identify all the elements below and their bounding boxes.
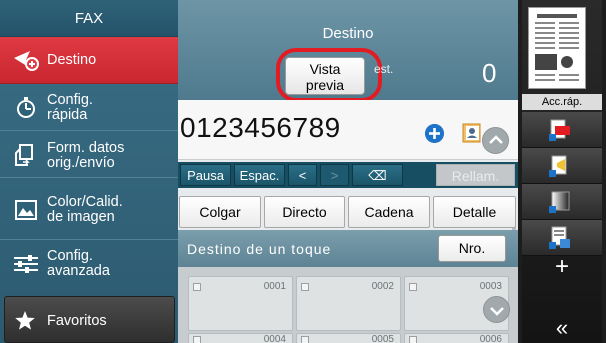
fax-number-field[interactable]: 0123456789 <box>180 112 341 144</box>
star-icon <box>15 311 35 330</box>
pdf-shortcut-icon <box>549 119 570 141</box>
destination-count: 0 <box>482 58 497 88</box>
checkbox <box>193 283 201 291</box>
quick-access-label: Acc.ráp. <box>522 94 602 110</box>
chevron-down-icon <box>490 307 504 316</box>
quick-access-document[interactable] <box>522 220 602 256</box>
one-touch-number: 0006 <box>479 334 502 343</box>
cursor-right-key[interactable]: > <box>320 164 349 186</box>
sidebar-item-destino[interactable]: Destino <box>0 37 178 84</box>
highlight-ring <box>276 48 382 102</box>
sidebar-item-label: Config. rápida <box>47 92 93 123</box>
document-preview-thumbnail[interactable] <box>528 7 586 89</box>
one-touch-number: 0004 <box>263 334 286 343</box>
sidebar-item-form-datos[interactable]: Form. datos orig./envío <box>0 131 178 178</box>
space-key[interactable]: Espac. <box>234 164 285 186</box>
sidebar-item-config-rapida[interactable]: Config. rápida <box>0 84 178 131</box>
quick-access-fax-send[interactable] <box>522 148 602 184</box>
destination-icon <box>14 51 39 71</box>
checkbox <box>409 283 417 291</box>
destination-count-label: est. <box>374 62 394 76</box>
advanced-settings-icon <box>14 255 38 273</box>
number-search-button[interactable]: Nro. <box>438 235 506 262</box>
document-shortcut-icon <box>549 226 570 249</box>
add-destination-icon[interactable] <box>425 124 444 143</box>
redial-key[interactable]: Rellam. <box>436 164 515 186</box>
pause-key[interactable]: Pausa <box>180 164 231 186</box>
favorites-label: Favoritos <box>47 313 107 329</box>
one-touch-key[interactable]: 0004 <box>188 333 293 343</box>
sidebar-item-label: Color/Calid. de imagen <box>47 194 123 225</box>
favorites-button[interactable]: Favoritos <box>4 296 175 343</box>
detail-button[interactable]: Detalle <box>433 196 516 228</box>
collapse-panel-button[interactable]: « <box>522 317 602 339</box>
dial-keys-row: Pausa Espac. < > ⌫ Rellam. <box>178 162 518 188</box>
scroll-down-button[interactable] <box>483 296 510 323</box>
direct-button[interactable]: Directo <box>264 196 345 228</box>
sidebar-item-label: Destino <box>47 52 97 68</box>
original-format-icon <box>15 144 33 166</box>
checkbox <box>301 283 309 291</box>
sidebar: FAX Destino Config. rápida Form. datos o… <box>0 0 178 343</box>
fax-send-shortcut-icon <box>549 155 567 177</box>
sidebar-item-label: Config. avanzada <box>47 248 110 279</box>
chain-button[interactable]: Cadena <box>348 196 430 228</box>
page-title: Destino <box>322 25 374 42</box>
one-touch-number: 0005 <box>371 334 394 343</box>
destination-header: Destino Vista previa est. 0 <box>178 0 518 102</box>
one-touch-key[interactable]: 0002 <box>296 276 401 331</box>
document-thumbnail-icon <box>529 8 585 88</box>
one-touch-grid: 0001 0002 0003 0004 0005 0006 <box>178 267 518 343</box>
one-touch-header: Destino de un toque Nro. <box>178 230 518 267</box>
one-touch-number: 0002 <box>371 281 394 292</box>
on-hook-button[interactable]: Colgar <box>179 196 261 228</box>
backspace-key[interactable]: ⌫ <box>352 164 403 186</box>
add-shortcut-button[interactable]: + <box>522 255 602 279</box>
one-touch-number: 0003 <box>479 281 502 292</box>
line-actions-row: Colgar Directo Cadena Detalle <box>178 196 518 228</box>
stopwatch-icon <box>17 97 35 118</box>
checkbox <box>409 336 417 343</box>
sidebar-item-color-calid[interactable]: Color/Calid. de imagen <box>0 178 178 240</box>
address-book-icon[interactable] <box>462 123 482 143</box>
quick-access-pdf[interactable] <box>522 112 602 148</box>
sidebar-title: FAX <box>0 0 178 37</box>
one-touch-label: Destino de un toque <box>187 241 332 257</box>
one-touch-number: 0001 <box>263 281 286 292</box>
one-touch-key[interactable]: 0006 <box>404 333 509 343</box>
one-touch-key[interactable]: 0005 <box>296 333 401 343</box>
quick-access-color[interactable] <box>522 184 602 220</box>
one-touch-key[interactable]: 0001 <box>188 276 293 331</box>
scroll-up-button[interactable] <box>482 127 509 154</box>
chevron-up-icon <box>489 135 503 144</box>
sidebar-item-label: Form. datos orig./envío <box>47 140 125 171</box>
checkbox <box>193 336 201 343</box>
sidebar-item-config-avanzada[interactable]: Config. avanzada <box>0 240 178 287</box>
cursor-left-key[interactable]: < <box>288 164 317 186</box>
image-color-icon <box>15 200 37 220</box>
color-shortcut-icon <box>549 191 570 213</box>
checkbox <box>301 336 309 343</box>
